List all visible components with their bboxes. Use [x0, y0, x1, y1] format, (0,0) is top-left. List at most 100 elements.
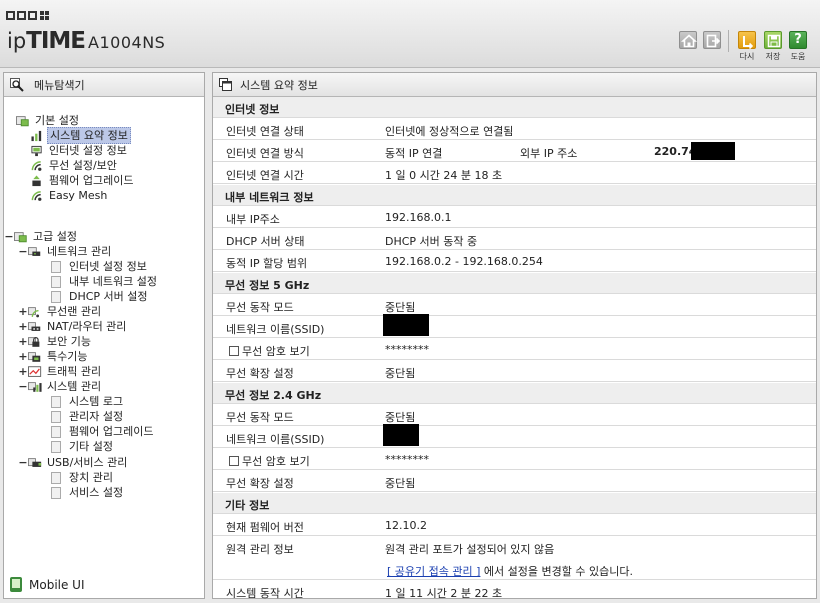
row-lan-ip: 내부 IP주소 192.168.0.1 — [213, 207, 816, 228]
usb-icon — [28, 457, 42, 467]
sidebar-item-service-settings[interactable]: 서비스 설정 — [51, 485, 125, 500]
toolbar-divider — [728, 30, 729, 52]
network-icon — [28, 246, 41, 256]
tree-special-features[interactable]: + 특수기능 — [18, 349, 89, 364]
row-dhcp-status: DHCP 서버 상태 DHCP 서버 동작 중 — [213, 229, 816, 250]
collapse-toggle[interactable]: − — [4, 229, 14, 244]
help-button[interactable]: ? — [789, 31, 807, 49]
row-wifi5-ssid: 네트워크 이름(SSID) — [213, 314, 816, 338]
page-icon — [51, 425, 61, 438]
wifi5-mode-value: 중단됨 — [385, 301, 416, 314]
wireless-icon — [31, 160, 42, 171]
restart-button[interactable] — [738, 31, 756, 50]
tree-security[interactable]: + 보안 기능 — [18, 334, 93, 349]
dhcp-status-value: DHCP 서버 동작 중 — [385, 235, 478, 248]
sidebar-item-firmware[interactable]: 펌웨어 업그레이드 — [51, 424, 155, 439]
wifi24-mode-value: 중단됨 — [385, 411, 416, 424]
collapse-toggle[interactable]: − — [18, 244, 28, 259]
wifi5-extension-value: 중단됨 — [385, 367, 416, 380]
row-internet-status: 인터넷 연결 상태 인터넷에 정상적으로 연결됨 — [213, 119, 816, 140]
section-wifi-5ghz: 무선 정보 5 GHz — [213, 273, 816, 294]
page-icon — [51, 471, 61, 484]
tree-usb-service[interactable]: − USB/서비스 관리 — [18, 455, 129, 470]
menu-explorer-title: 메뉴탐색기 — [34, 78, 85, 92]
model-name: A1004NS — [88, 33, 166, 52]
sidebar-item-admin-settings[interactable]: 관리자 설정 — [51, 409, 125, 424]
sidebar-item-system-log[interactable]: 시스템 로그 — [51, 394, 125, 409]
sidebar-item-system-summary[interactable]: 시스템 요약 정보 — [30, 127, 131, 144]
save-button[interactable] — [764, 31, 782, 49]
page-title: 시스템 요약 정보 — [240, 78, 318, 92]
save-label: 저장 — [765, 52, 781, 61]
iptime-logo: ip TIME A1004NS — [7, 28, 166, 54]
sidebar-item-dhcp-settings[interactable]: DHCP 서버 설정 — [51, 289, 150, 304]
row-wifi24-mode: 무선 동작 모드 중단됨 — [213, 405, 816, 426]
section-internet: 인터넷 정보 — [213, 97, 816, 118]
tree-traffic-management[interactable]: + 트래픽 관리 — [18, 364, 103, 379]
collapse-toggle[interactable]: − — [18, 455, 28, 470]
tree-wlan-management[interactable]: + 무선랜 관리 — [18, 304, 103, 319]
mobile-ui-link[interactable]: Mobile UI — [10, 577, 85, 592]
restart-label: 다시 — [739, 52, 755, 61]
phone-icon — [10, 577, 22, 592]
row-wifi5-mode: 무선 동작 모드 중단됨 — [213, 295, 816, 316]
sidebar-item-lan-settings[interactable]: 내부 네트워크 설정 — [51, 274, 159, 289]
tree-nat-router[interactable]: + NAT/라우터 관리 — [18, 319, 128, 334]
logout-button[interactable] — [703, 31, 721, 49]
chart-icon — [28, 381, 42, 392]
row-internet-time: 인터넷 연결 시간 1 일 0 시간 24 분 18 초 — [213, 163, 816, 184]
expand-toggle[interactable]: + — [18, 319, 28, 334]
restart-icon — [743, 36, 754, 50]
settings-folder-icon — [16, 115, 29, 126]
tree-network-management[interactable]: − 네트워크 관리 — [18, 244, 113, 259]
row-wifi24-ssid: 네트워크 이름(SSID) — [213, 424, 816, 448]
sidebar-item-easy-mesh[interactable]: Easy Mesh — [30, 188, 109, 203]
lock-icon — [28, 336, 40, 347]
home-icon — [680, 34, 698, 48]
sidebar-item-internet-settings[interactable]: 인터넷 설정 정보 — [30, 143, 129, 158]
system-uptime-value: 1 일 11 시간 2 분 22 초 — [385, 587, 503, 600]
redacted-block — [383, 314, 429, 336]
top-header: ip TIME A1004NS 다시 저장 ? 도움 — [0, 0, 820, 68]
wifi24-password-value: ******** — [385, 453, 429, 466]
row-wifi24-password: 무선 암호 보기 ******** — [213, 449, 816, 470]
show-password-checkbox[interactable] — [229, 456, 239, 466]
row-firmware-version: 현재 펌웨어 버전 12.10.2 — [213, 515, 816, 536]
sidebar-item-other-settings[interactable]: 기타 설정 — [51, 439, 115, 454]
tree-system-management[interactable]: − 시스템 관리 — [18, 379, 103, 394]
ip-range-value: 192.168.0.2 - 192.168.0.254 — [385, 255, 543, 268]
section-wifi-24ghz: 무선 정보 2.4 GHz — [213, 383, 816, 404]
page-icon — [51, 395, 61, 408]
collapse-toggle[interactable]: − — [18, 379, 28, 394]
page-icon — [51, 410, 61, 423]
expand-toggle[interactable]: + — [18, 304, 28, 319]
router-access-management-link[interactable]: [ 공유기 접속 관리 ] — [387, 565, 480, 578]
sidebar-item-wireless-security[interactable]: 무선 설정/보안 — [30, 158, 119, 173]
upgrade-icon — [32, 174, 41, 186]
sidebar-item-internet-config[interactable]: 인터넷 설정 정보 — [51, 259, 149, 274]
help-label: 도움 — [790, 52, 806, 61]
question-icon: ? — [794, 32, 802, 47]
tree-advanced-settings[interactable]: − 고급 설정 — [4, 229, 79, 244]
row-wifi5-extension: 무선 확장 설정 중단됨 — [213, 361, 816, 382]
router-icon — [28, 321, 41, 331]
page-icon — [51, 290, 61, 303]
expand-toggle[interactable]: + — [18, 349, 28, 364]
row-wifi24-extension: 무선 확장 설정 중단됨 — [213, 471, 816, 492]
sidebar-item-firmware-upgrade[interactable]: 펌웨어 업그레이드 — [30, 173, 135, 188]
traffic-icon — [28, 365, 42, 377]
page-icon — [51, 260, 61, 273]
show-password-checkbox[interactable] — [229, 346, 239, 356]
internet-status-value: 인터넷에 정상적으로 연결됨 — [385, 125, 514, 138]
sidebar-item-device-management[interactable]: 장치 관리 — [51, 470, 115, 485]
row-ip-range: 동적 IP 할당 범위 192.168.0.2 - 192.168.0.254 — [213, 251, 816, 272]
section-lan: 내부 네트워크 정보 — [213, 185, 816, 206]
expand-toggle[interactable]: + — [18, 364, 28, 379]
row-system-uptime: 시스템 동작 시간 1 일 11 시간 2 분 22 초 — [226, 587, 503, 600]
tree-basic-settings[interactable]: 기본 설정 — [16, 113, 81, 128]
home-button[interactable] — [679, 31, 698, 49]
page-icon — [51, 486, 61, 499]
menu-explorer: 메뉴탐색기 기본 설정 시스템 요약 정보 인터넷 설정 정보 무선 설정/보안… — [3, 72, 205, 599]
redacted-block — [383, 424, 419, 446]
expand-toggle[interactable]: + — [18, 334, 28, 349]
